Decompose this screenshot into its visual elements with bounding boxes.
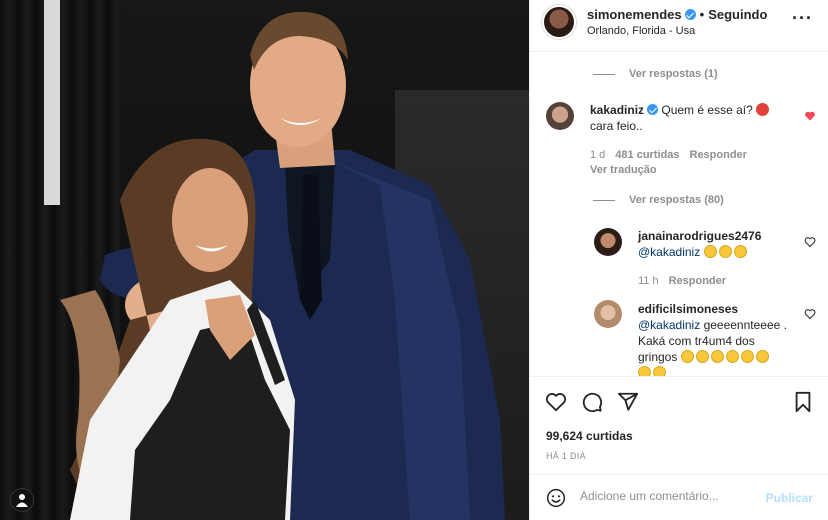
reply-mention[interactable]: @kakadiniz — [638, 245, 700, 259]
post-location[interactable]: Orlando, Florida - Usa — [587, 25, 695, 37]
photo-people — [60, 11, 505, 520]
reply-time: 11 h — [638, 275, 659, 287]
comment-meta: 1 d 481 curtidas Responder — [590, 149, 747, 161]
angry-emoji-icon — [756, 103, 770, 116]
verified-badge-icon — [647, 104, 659, 115]
reply-username[interactable]: janainarodrigues2476 — [638, 229, 761, 243]
more-options-icon[interactable]: ··· — [792, 8, 813, 29]
comments-list[interactable]: Ver respostas (1) kakadiniz Quem é esse … — [530, 52, 828, 376]
reply-text: geeeennteeee . — [703, 318, 787, 332]
reply-mention[interactable]: @kakadiniz — [638, 318, 700, 332]
author-line: simonemendes • Seguindo — [587, 7, 767, 22]
publish-button[interactable]: Publicar — [766, 491, 813, 505]
laughing-emoji-icon — [755, 350, 769, 363]
commenter-avatar[interactable] — [546, 102, 574, 130]
divider-line — [593, 199, 615, 201]
comment-likes[interactable]: 481 curtidas — [615, 149, 679, 161]
laughing-emoji-icon — [680, 350, 694, 363]
comment-input[interactable] — [580, 489, 760, 503]
comment-body: kakadiniz Quem é esse aí? cara feio.. — [590, 102, 795, 134]
laughing-emoji-icon — [638, 366, 651, 376]
post-actions: 99,624 curtidas HÁ 1 DIA — [530, 376, 828, 486]
laughing-emoji-icon — [718, 245, 732, 258]
bookmark-icon[interactable] — [793, 391, 813, 413]
author-avatar[interactable] — [542, 5, 576, 39]
verified-badge-icon — [684, 9, 696, 20]
laughing-emoji-icon — [653, 366, 666, 376]
liked-heart-icon[interactable] — [804, 110, 816, 122]
reply-text-line3: gringos — [638, 350, 678, 364]
heart-icon[interactable] — [545, 391, 567, 413]
laughing-emoji-icon — [710, 350, 724, 363]
reply-avatar[interactable] — [594, 300, 622, 328]
translate-button[interactable]: Ver tradução — [590, 164, 657, 176]
post-photo[interactable] — [0, 0, 529, 520]
likes-count[interactable]: 99,624 curtidas — [546, 429, 633, 443]
user-tag-icon[interactable] — [10, 488, 34, 512]
heart-icon[interactable] — [804, 308, 816, 320]
comment-username[interactable]: kakadiniz — [590, 103, 644, 117]
view-replies-toggle[interactable]: Ver respostas (80) — [593, 194, 724, 206]
separator-dot: • — [699, 7, 705, 22]
comment-composer: Publicar — [530, 474, 828, 520]
reply-text-line2: Kaká com tr4um4 dos — [638, 334, 755, 348]
view-replies-toggle[interactable]: Ver respostas (1) — [593, 68, 718, 80]
laughing-emoji-icon — [695, 350, 709, 363]
laughing-emoji-icon — [733, 245, 747, 258]
post-age[interactable]: HÁ 1 DIA — [546, 451, 586, 461]
view-replies-label: Ver respostas (1) — [629, 68, 718, 80]
following-button[interactable]: Seguindo — [708, 7, 767, 22]
reply-button[interactable]: Responder — [690, 149, 747, 161]
reply-username[interactable]: edificilsimoneses — [638, 302, 738, 316]
heart-icon[interactable] — [804, 236, 816, 248]
reply-body: edificilsimoneses @kakadiniz geeeennteee… — [638, 301, 798, 376]
laughing-emoji-icon — [725, 350, 739, 363]
divider-line — [593, 73, 615, 75]
view-replies-label: Ver respostas (80) — [629, 194, 724, 206]
reply-button[interactable]: Responder — [669, 275, 726, 287]
post-header: simonemendes • Seguindo Orlando, Florida -… — [530, 0, 828, 52]
reply-avatar[interactable] — [594, 228, 622, 256]
comment-text: Quem é esse aí? — [661, 103, 753, 117]
comment-icon[interactable] — [581, 391, 603, 413]
author-username[interactable]: simonemendes — [587, 7, 682, 22]
comment-time: 1 d — [590, 149, 606, 161]
comment-text-line2: cara feio.. — [590, 119, 643, 133]
laughing-emoji-icon — [740, 350, 754, 363]
share-icon[interactable] — [617, 391, 639, 413]
laughing-emoji-icon — [703, 245, 717, 258]
reply-body: janainarodrigues2476 @kakadiniz — [638, 228, 808, 260]
post-side-panel: simonemendes • Seguindo Orlando, Florida -… — [529, 0, 828, 520]
reply-meta: 11 h Responder — [638, 275, 726, 287]
emoji-icon[interactable] — [546, 488, 566, 508]
